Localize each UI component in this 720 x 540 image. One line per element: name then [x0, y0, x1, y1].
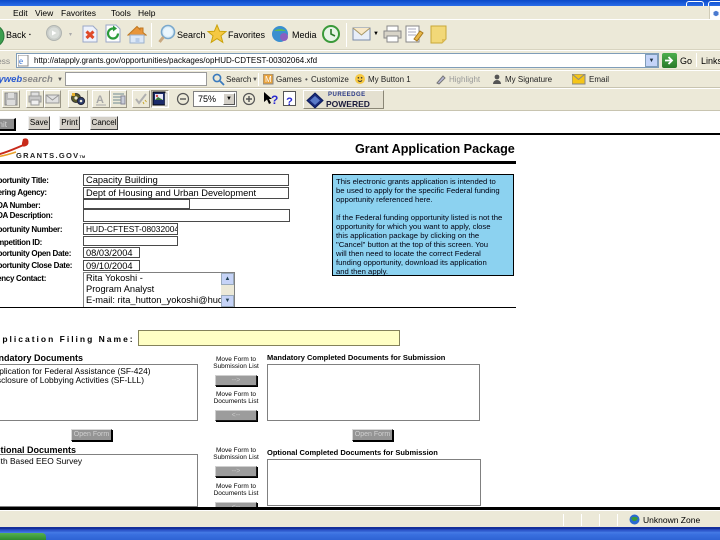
svg-text:e: e [19, 56, 23, 66]
svg-text:A: A [96, 94, 104, 106]
svg-text:M: M [265, 75, 272, 84]
svg-text:?: ? [271, 93, 278, 107]
